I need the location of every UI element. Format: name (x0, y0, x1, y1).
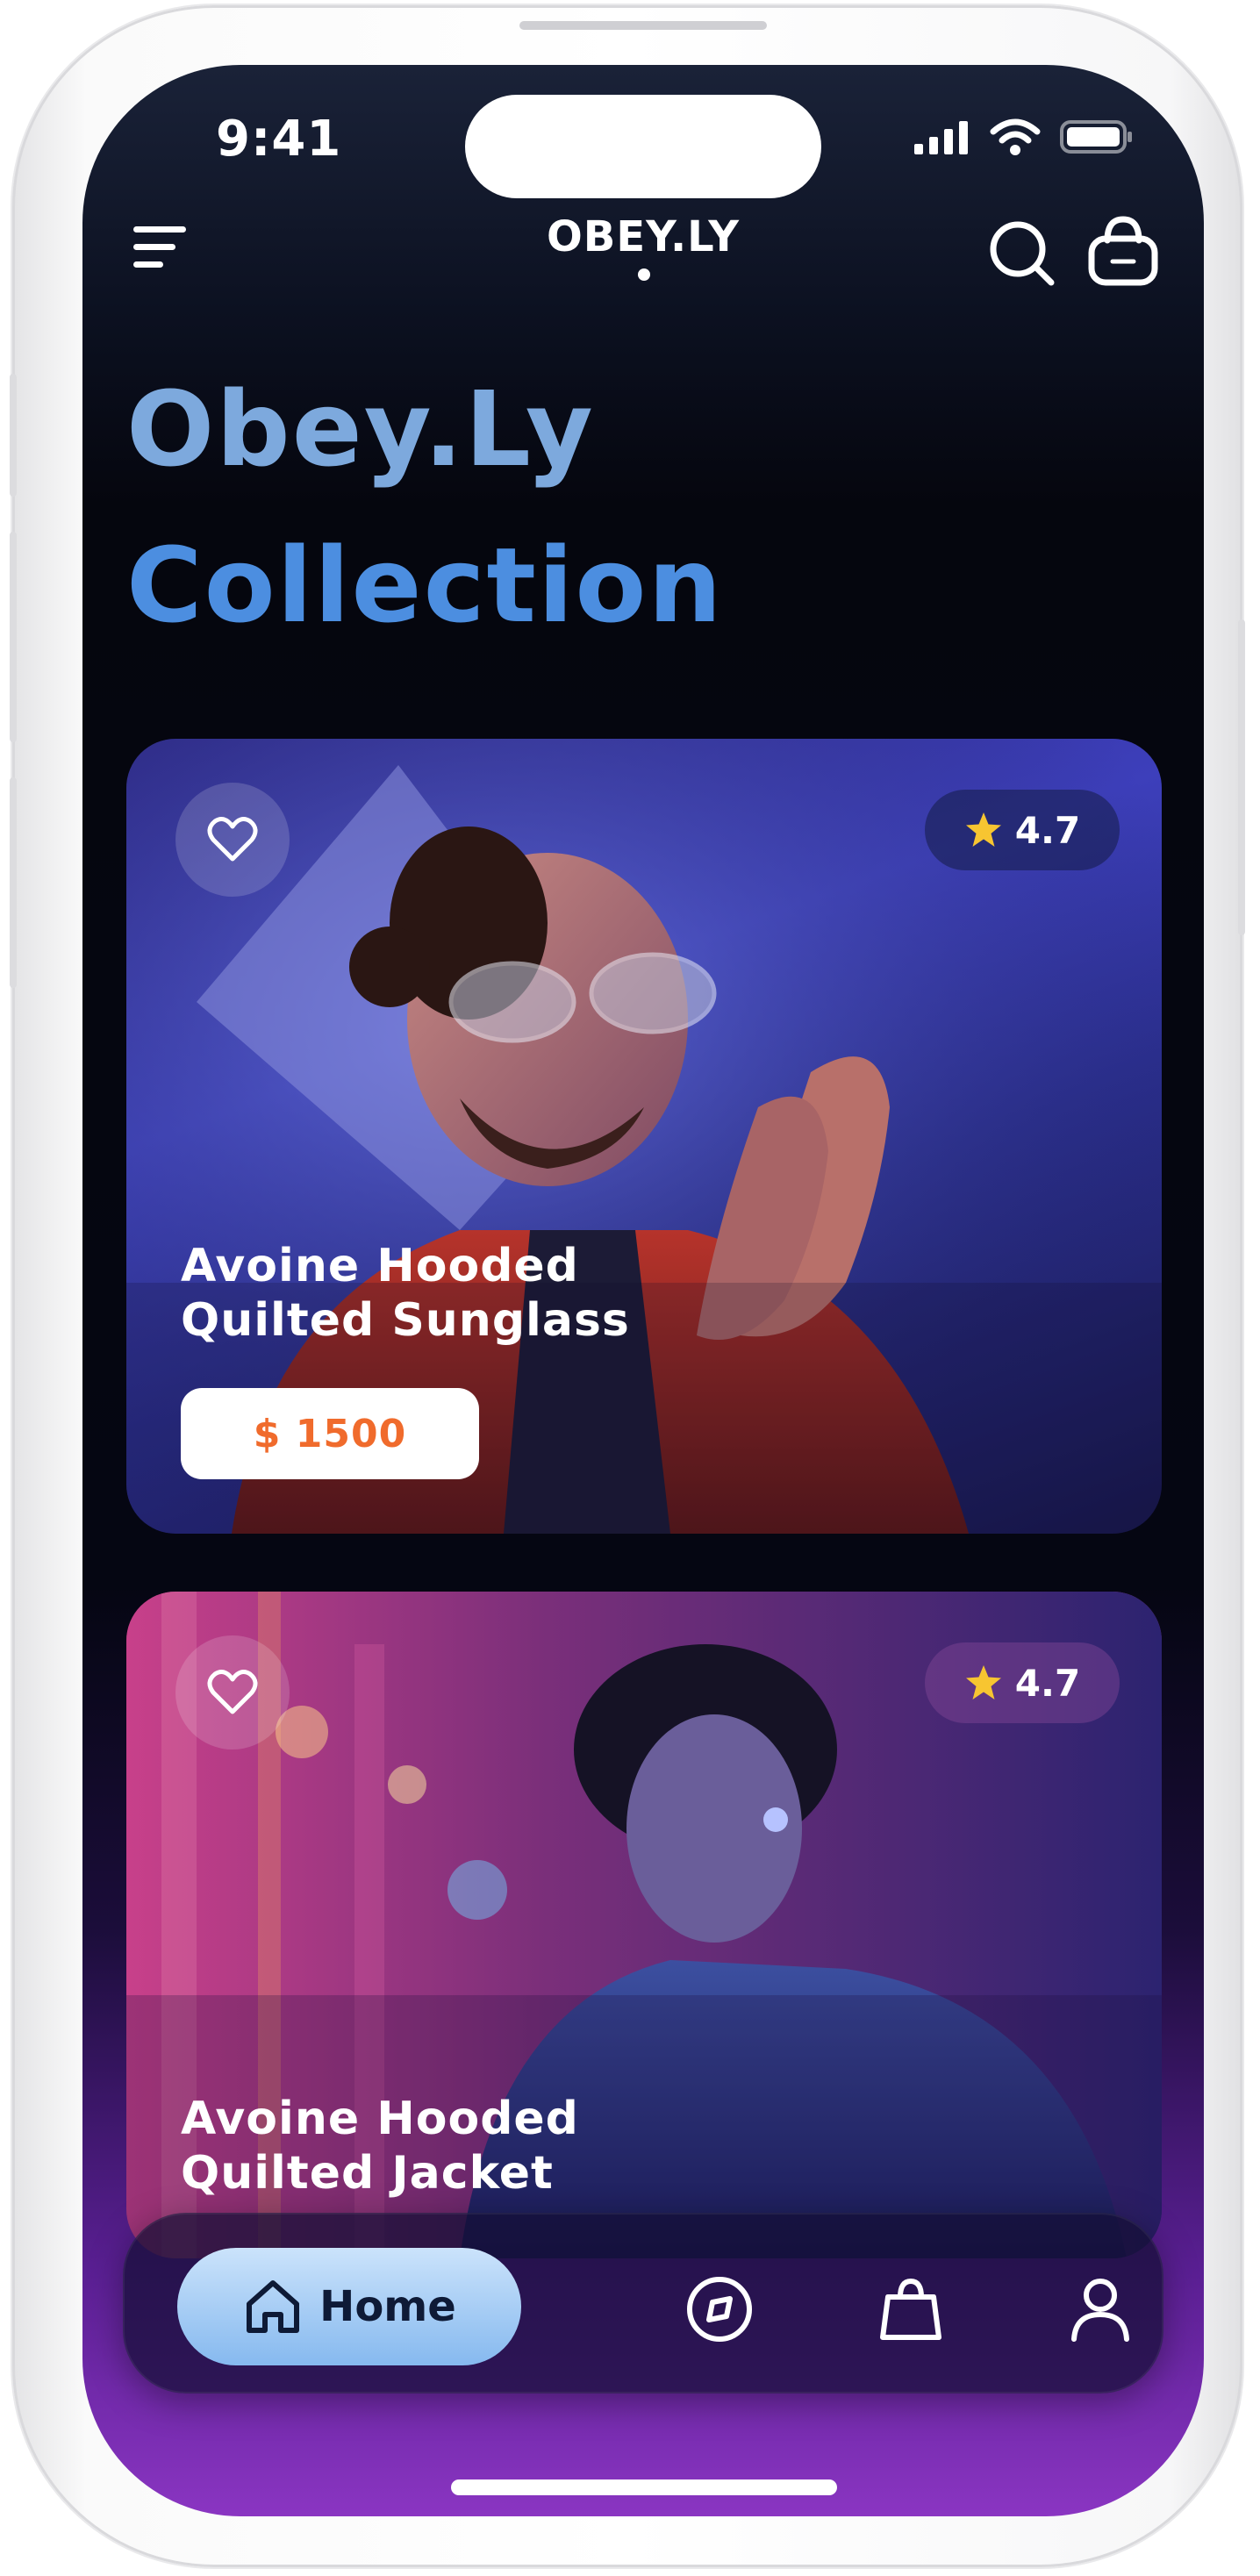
bag-icon[interactable] (876, 2274, 946, 2344)
signal-icon (914, 121, 968, 154)
volume-down-button (10, 777, 17, 988)
home-indicator[interactable] (451, 2479, 837, 2495)
favorite-button[interactable] (175, 783, 290, 897)
battery-icon (1060, 120, 1132, 154)
product-name-line2: Quilted Jacket (181, 2147, 554, 2200)
compass-icon[interactable] (684, 2274, 755, 2344)
cart-icon[interactable] (1086, 212, 1160, 290)
favorite-button[interactable] (175, 1635, 290, 1750)
status-time: 9:41 (216, 111, 342, 168)
volume-up-button (10, 532, 17, 742)
hero-title-line2: Collection (126, 525, 724, 646)
heart-icon (207, 1670, 258, 1714)
star-icon (965, 1665, 1001, 1699)
rating-value: 4.7 (1014, 1661, 1081, 1705)
product-name: Avoine Hooded Quilted Jacket (181, 2092, 579, 2200)
bottom-nav: Home (123, 2213, 1163, 2394)
nav-home-button[interactable]: Home (177, 2248, 521, 2365)
profile-icon[interactable] (1065, 2274, 1135, 2344)
home-icon (247, 2280, 300, 2333)
star-icon (965, 812, 1001, 847)
product-card[interactable]: 4.7 Avoine Hooded Quilted Jacket (126, 1592, 1162, 2258)
hero-title-line1: Obey.Ly (126, 369, 595, 490)
price-button[interactable]: $ 1500 (181, 1388, 479, 1479)
rating-value: 4.7 (1014, 808, 1081, 852)
product-name-line2: Quilted Sunglass (181, 1294, 630, 1347)
dynamic-island (465, 95, 821, 198)
speaker-slot (519, 21, 767, 30)
product-name-line1: Avoine Hooded (181, 2093, 579, 2145)
logo-dot (638, 268, 650, 281)
phone-frame: 9:41 OBEY.LY Obey.Ly Collection 4.7 Avoi… (10, 5, 1245, 2567)
product-name: Avoine Hooded Quilted Sunglass (181, 1239, 630, 1348)
product-card[interactable]: 4.7 Avoine Hooded Quilted Sunglass $ 150… (126, 739, 1162, 1534)
rating-badge: 4.7 (925, 790, 1120, 870)
app-screen: 9:41 OBEY.LY Obey.Ly Collection 4.7 Avoi… (82, 65, 1204, 2516)
wifi-icon (990, 118, 1041, 155)
product-name-line1: Avoine Hooded (181, 1240, 579, 1292)
rating-badge: 4.7 (925, 1642, 1120, 1723)
search-icon[interactable] (984, 216, 1058, 290)
status-icons (914, 118, 1134, 156)
nav-home-label: Home (319, 2282, 456, 2331)
heart-icon (207, 817, 258, 862)
power-button (1238, 619, 1245, 935)
mute-switch (10, 374, 17, 497)
